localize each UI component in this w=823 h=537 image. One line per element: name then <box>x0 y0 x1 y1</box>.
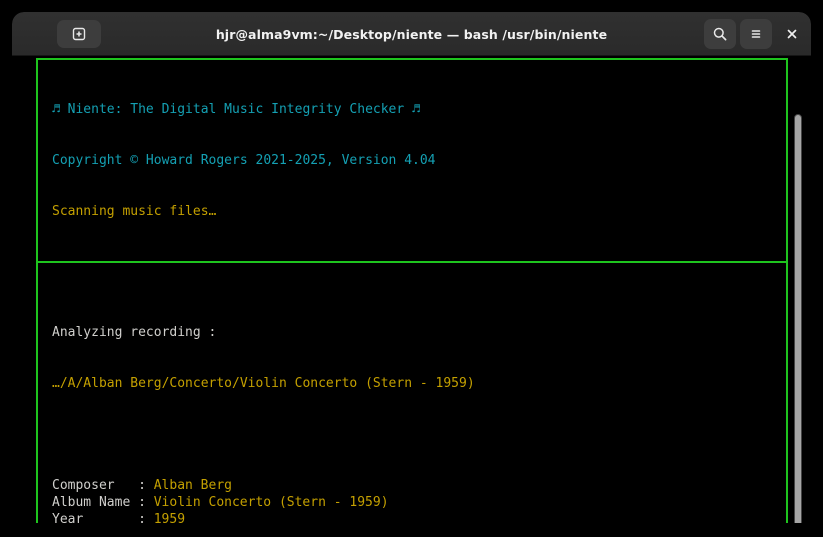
metadata-row: Album Name: Violin Concerto (Stern - 1959… <box>52 494 772 511</box>
blank-line <box>52 426 772 443</box>
new-tab-button[interactable] <box>57 20 101 48</box>
terminal-window: hjr@alma9vm:~/Desktop/niente — bash /usr… <box>12 12 811 523</box>
new-tab-icon <box>71 26 87 42</box>
window-title: hjr@alma9vm:~/Desktop/niente — bash /usr… <box>12 12 811 56</box>
hamburger-menu-icon <box>748 26 764 42</box>
menu-button[interactable] <box>740 19 772 49</box>
field-colon: : <box>138 477 146 494</box>
metadata-fields: Composer: Alban Berg Album Name: Violin Con… <box>52 477 772 523</box>
field-label: Album Name <box>52 494 138 511</box>
tui-frame: ♬ Niente: The Digital Music Integrity Ch… <box>36 58 788 523</box>
search-icon <box>712 26 728 42</box>
field-colon: : <box>138 511 146 523</box>
recording-path: …/A/Alban Berg/Concerto/Violin Concerto … <box>52 375 772 392</box>
copyright-line: Copyright © Howard Rogers 2021-2025, Ver… <box>52 152 772 169</box>
field-label: Composer <box>52 477 138 494</box>
field-value: Alban Berg <box>154 477 232 494</box>
search-button[interactable] <box>704 19 736 49</box>
field-label: Year <box>52 511 138 523</box>
scrollbar[interactable] <box>794 114 802 523</box>
field-value: Violin Concerto (Stern - 1959) <box>154 494 389 511</box>
field-value: 1959 <box>154 511 185 523</box>
metadata-row: Year:1959 <box>52 511 772 523</box>
titlebar[interactable]: hjr@alma9vm:~/Desktop/niente — bash /usr… <box>12 12 811 56</box>
tui-header-box: ♬ Niente: The Digital Music Integrity Ch… <box>38 60 786 263</box>
field-colon: : <box>138 494 146 511</box>
scanning-status: Scanning music files… <box>52 203 772 220</box>
close-button[interactable] <box>776 19 808 49</box>
app-title-line: ♬ Niente: The Digital Music Integrity Ch… <box>52 101 772 118</box>
tui-main-box: Analyzing recording : …/A/Alban Berg/Con… <box>38 263 786 523</box>
terminal-content: ♬ Niente: The Digital Music Integrity Ch… <box>12 57 811 523</box>
metadata-row: Composer: Alban Berg <box>52 477 772 494</box>
close-icon <box>785 27 799 41</box>
analyzing-label: Analyzing recording : <box>52 324 772 341</box>
